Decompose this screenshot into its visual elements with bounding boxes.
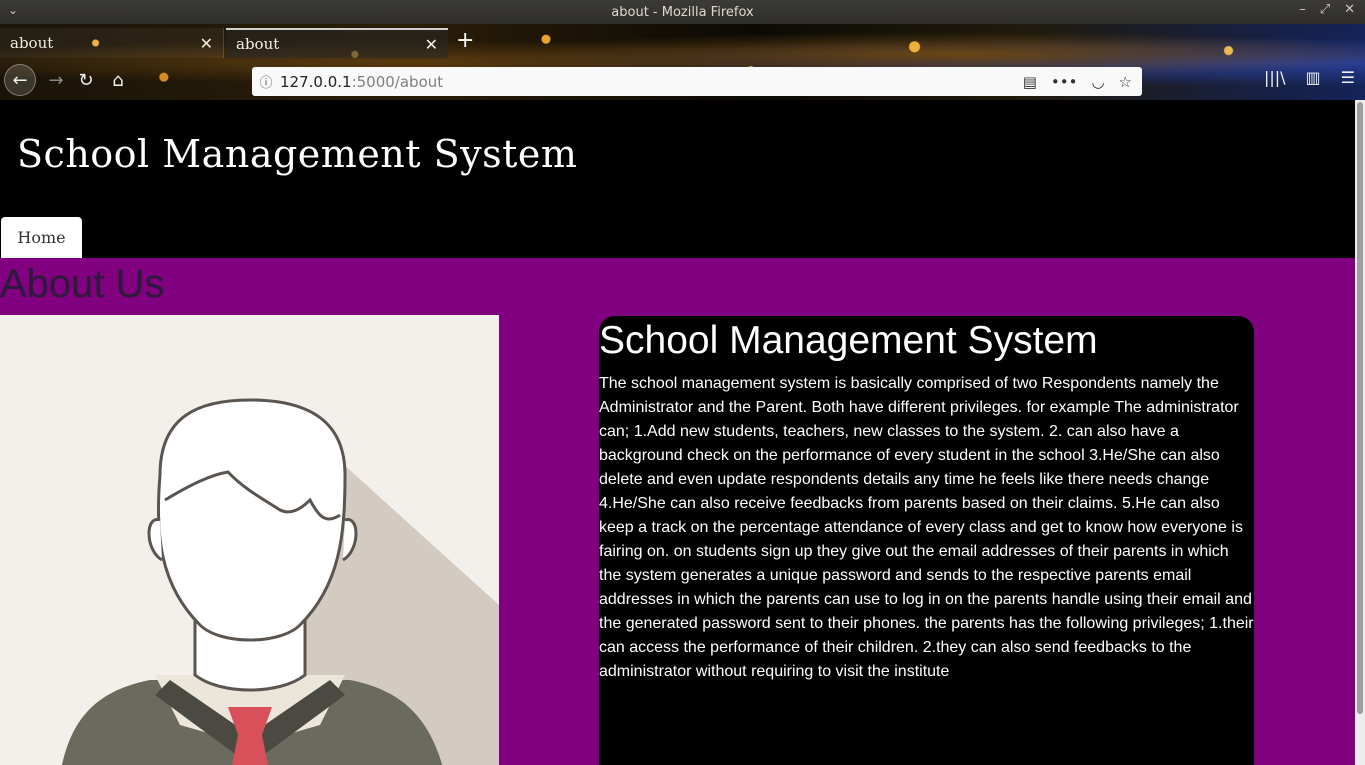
hamburger-menu-icon[interactable]: ☰ bbox=[1341, 68, 1355, 87]
user-avatar-icon bbox=[0, 315, 499, 765]
pocket-icon[interactable]: ◡ bbox=[1091, 73, 1104, 91]
tab-about-2[interactable]: about ✕ bbox=[226, 28, 448, 58]
tab-label: about bbox=[10, 34, 54, 52]
avatar-image bbox=[0, 315, 499, 765]
window-title: about - Mozilla Firefox bbox=[611, 4, 754, 20]
page-actions-icon[interactable]: ••• bbox=[1051, 73, 1078, 91]
scrollbar-thumb[interactable] bbox=[1357, 102, 1363, 714]
back-button[interactable]: ← bbox=[4, 64, 36, 96]
url-actions: ▤ ••• ◡ ☆ bbox=[1023, 73, 1142, 91]
card-body: The school management system is basicall… bbox=[599, 375, 1254, 680]
url-host: 127.0.0.1 bbox=[280, 72, 352, 91]
browser-chrome: about ✕ about ✕ + ← → ↻ ⌂ ⓘ 127.0.0.1:50… bbox=[0, 24, 1365, 100]
reload-button[interactable]: ↻ bbox=[70, 64, 102, 96]
window-menu-icon[interactable]: ⌄ bbox=[8, 3, 18, 17]
card-title: School Management System bbox=[599, 319, 1098, 362]
nav-home-link[interactable]: Home bbox=[1, 217, 82, 258]
url-path: :5000/about bbox=[351, 72, 444, 91]
about-card: School Management System The school mana… bbox=[599, 316, 1254, 765]
tab-about-1[interactable]: about ✕ bbox=[0, 28, 224, 58]
toolbar-right: |||\ ▥ ☰ bbox=[1264, 68, 1355, 87]
site-info-icon[interactable]: ⓘ bbox=[252, 72, 280, 91]
window-titlebar: ⌄ about - Mozilla Firefox – ⤢ ✕ bbox=[0, 0, 1365, 24]
tab-strip: about ✕ about ✕ + bbox=[0, 24, 1365, 60]
about-heading: About Us bbox=[0, 262, 165, 306]
window-controls: – ⤢ ✕ bbox=[1299, 2, 1355, 17]
site-title: School Management System bbox=[17, 132, 578, 176]
tab-close-icon[interactable]: ✕ bbox=[200, 34, 213, 53]
url-bar[interactable]: ⓘ 127.0.0.1:5000/about ▤ ••• ◡ ☆ bbox=[252, 67, 1142, 96]
page-scrollbar[interactable] bbox=[1355, 100, 1365, 765]
site-header: School Management System Home bbox=[0, 100, 1355, 258]
library-icon[interactable]: |||\ bbox=[1264, 68, 1286, 87]
tab-close-icon[interactable]: ✕ bbox=[425, 35, 438, 54]
new-tab-button[interactable]: + bbox=[456, 29, 474, 53]
close-window-icon[interactable]: ✕ bbox=[1344, 2, 1355, 17]
sidebar-icon[interactable]: ▥ bbox=[1306, 68, 1321, 87]
home-button[interactable]: ⌂ bbox=[102, 64, 134, 96]
about-section: About Us School Management System The sc… bbox=[0, 258, 1355, 765]
reader-view-icon[interactable]: ▤ bbox=[1023, 73, 1037, 91]
tab-label: about bbox=[236, 35, 280, 53]
forward-button[interactable]: → bbox=[40, 64, 72, 96]
minimize-icon[interactable]: – bbox=[1299, 2, 1306, 17]
bookmark-star-icon[interactable]: ☆ bbox=[1119, 73, 1132, 91]
restore-icon[interactable]: ⤢ bbox=[1320, 2, 1330, 17]
page-viewport: School Management System Home About Us S… bbox=[0, 100, 1365, 765]
